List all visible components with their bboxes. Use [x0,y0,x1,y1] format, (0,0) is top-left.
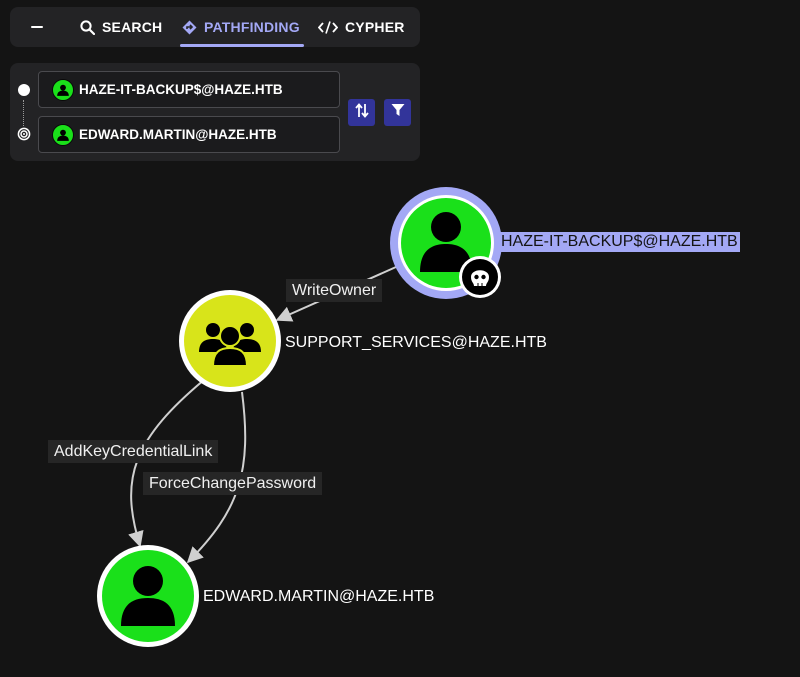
edge-label-addkeycredentiallink[interactable]: AddKeyCredentialLink [48,440,219,463]
skull-icon [459,256,501,298]
edge-label-writeowner[interactable]: WriteOwner [286,279,383,302]
node-support-services[interactable] [179,290,281,392]
node-label-edward-martin[interactable]: EDWARD.MARTIN@HAZE.HTB [203,587,434,607]
node-haze-it-backup[interactable] [390,187,502,299]
node-label-support-services[interactable]: SUPPORT_SERVICES@HAZE.HTB [285,333,547,353]
node-edward-martin[interactable] [97,545,199,647]
node-label-haze-it-backup[interactable]: HAZE-IT-BACKUP$@HAZE.HTB [499,232,740,252]
edge-label-forcechangepassword[interactable]: ForceChangePassword [143,472,323,495]
